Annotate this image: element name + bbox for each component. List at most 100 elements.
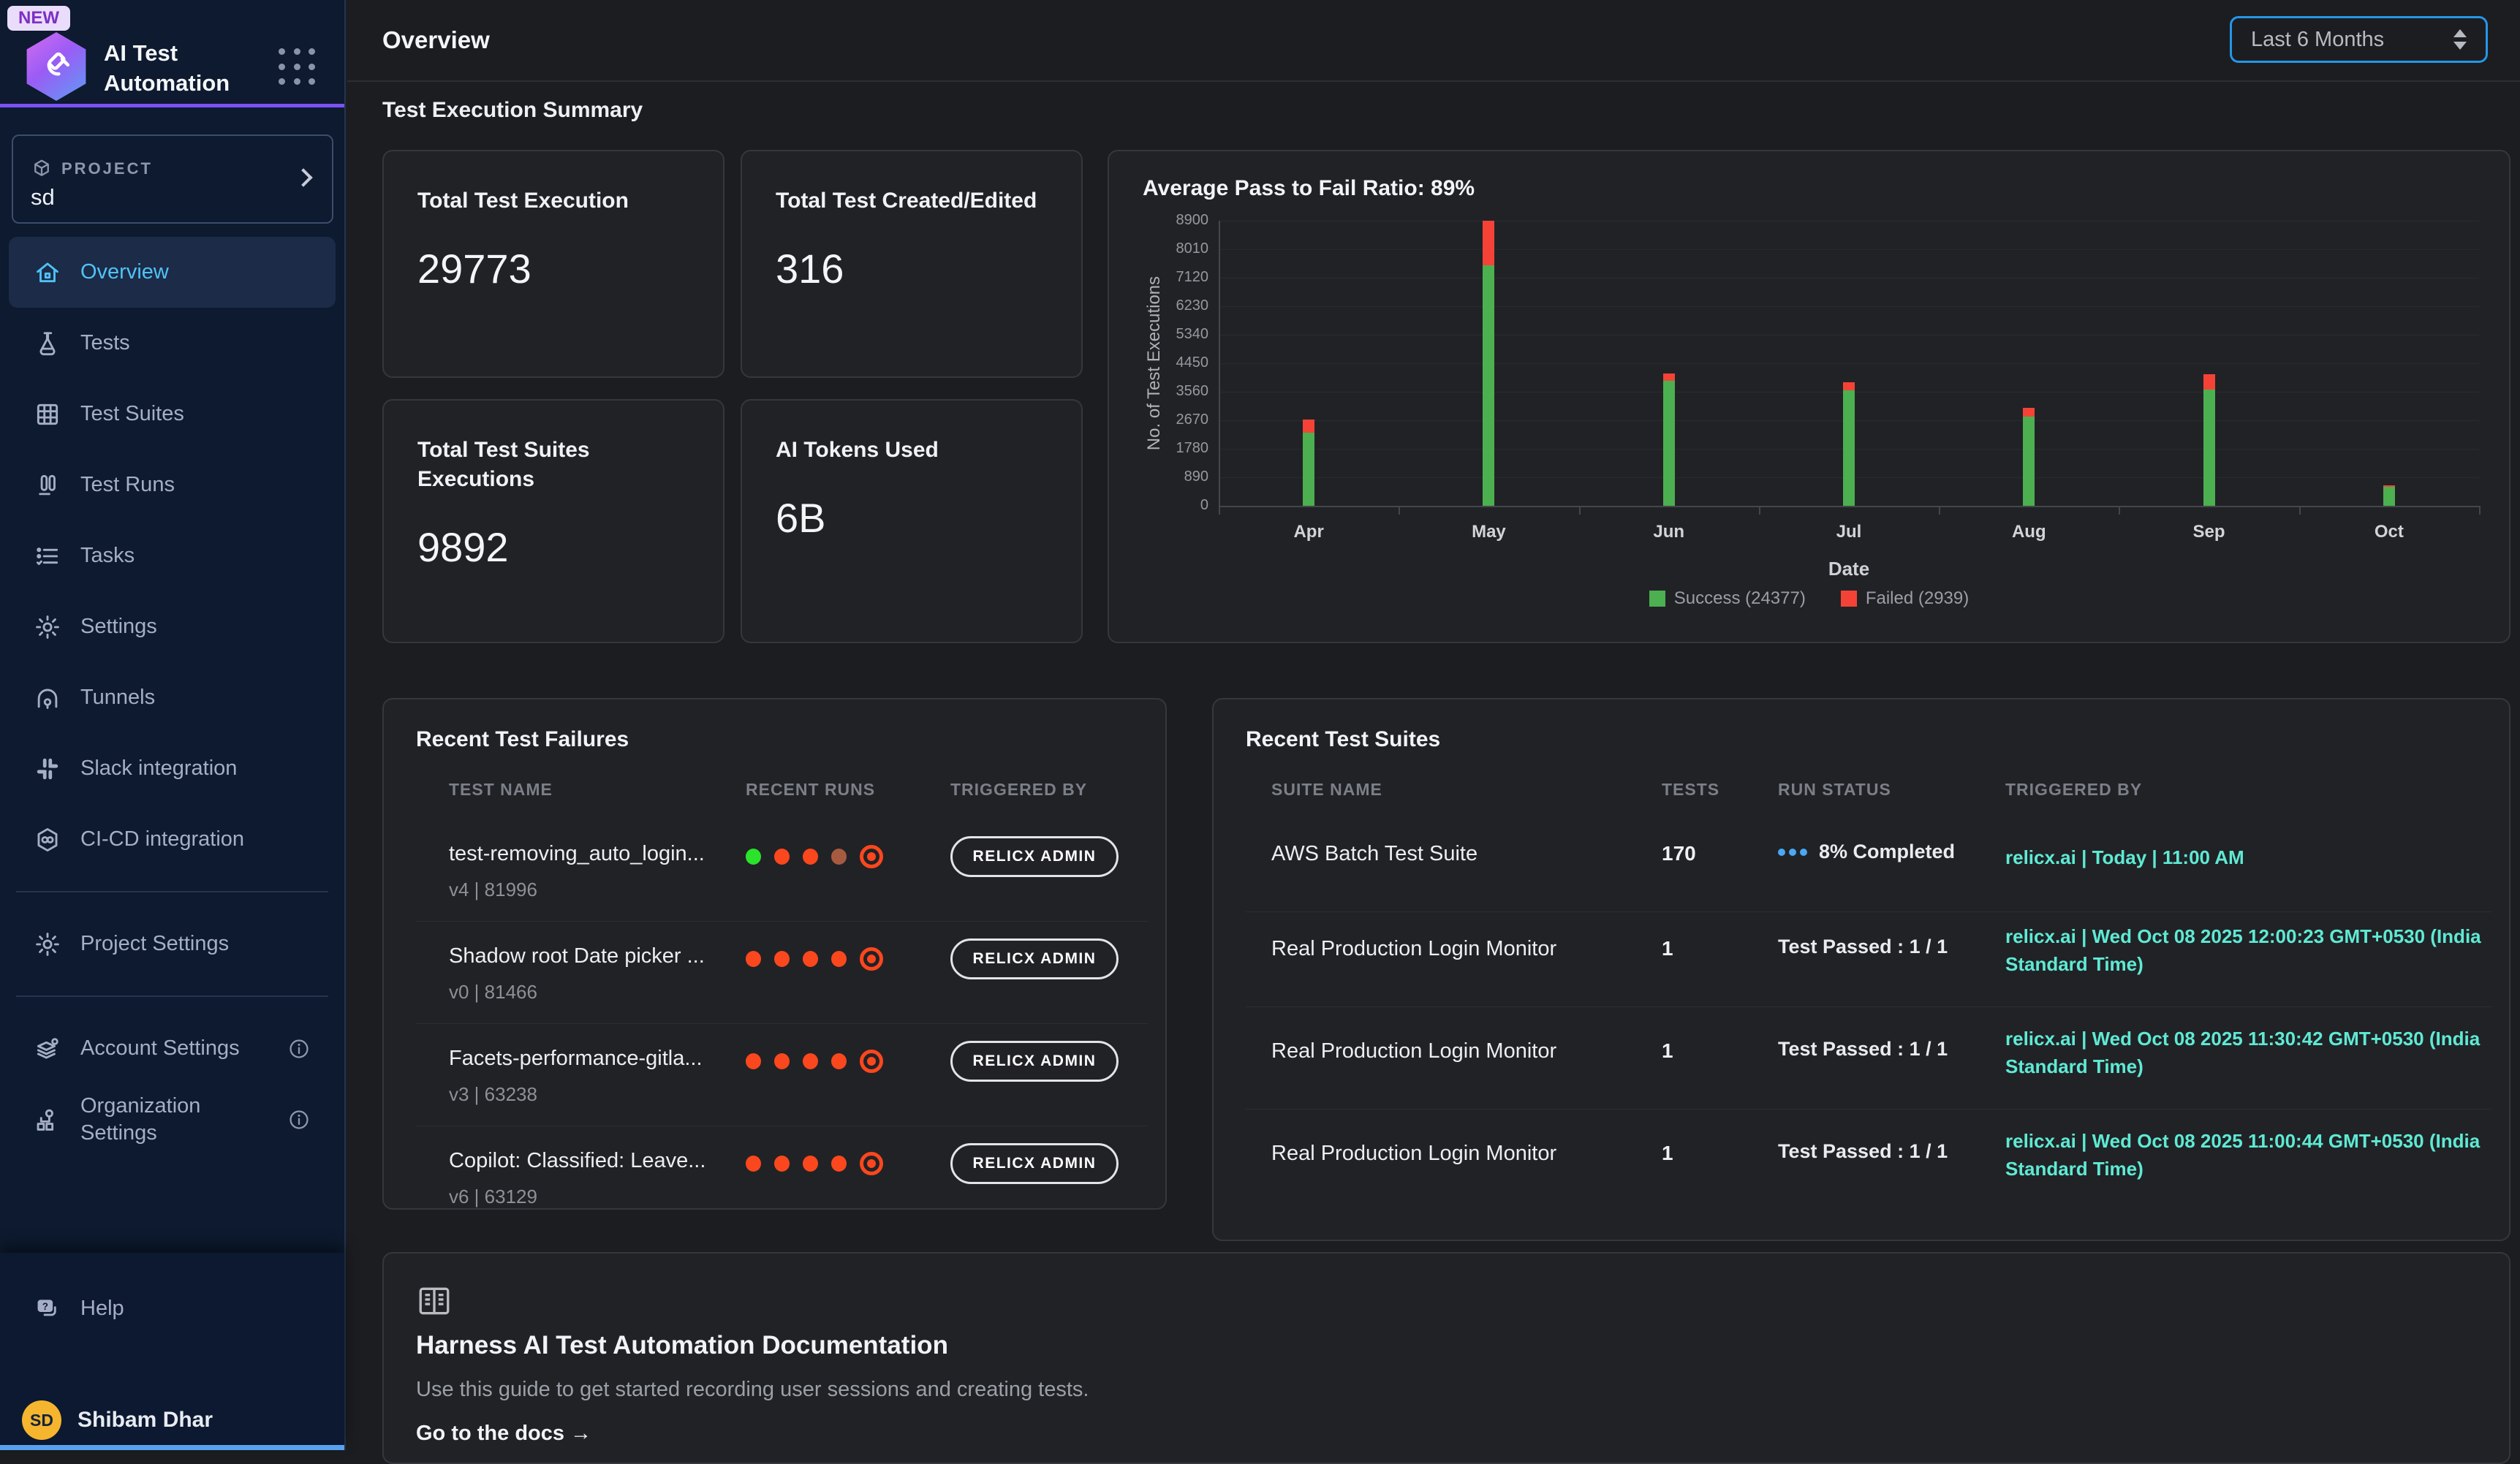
chart-x-axis-label: Date xyxy=(1219,558,2479,580)
run-status-latest-icon[interactable] xyxy=(860,845,883,868)
suite-name[interactable]: Real Production Login Monitor xyxy=(1271,1039,1556,1063)
go-to-docs-link[interactable]: Go to the docs → xyxy=(416,1422,591,1446)
run-status-failed-icon[interactable] xyxy=(774,1156,790,1172)
chart-x-tickmark xyxy=(1219,506,1220,515)
triggered-by-button[interactable]: RELICX ADMIN xyxy=(950,938,1119,979)
app-title: AI Test Automation xyxy=(104,38,272,98)
run-status-failed-icon[interactable] xyxy=(803,951,818,967)
sidebar-item-overview[interactable]: Overview xyxy=(9,237,336,308)
row-separator xyxy=(1246,1006,2491,1007)
triggered-by-text[interactable]: relicx.ai | Wed Oct 08 2025 11:30:42 GMT… xyxy=(2005,1025,2488,1080)
chart-x-tick: Aug xyxy=(1978,522,2080,542)
run-status-failed-icon[interactable] xyxy=(831,951,847,967)
suite-run-status: Test Passed : 1 / 1 xyxy=(1778,936,1948,958)
docs-subtitle: Use this guide to get started recording … xyxy=(416,1378,1089,1402)
pass-fail-chart-card: Average Pass to Fail Ratio: 89% No. of T… xyxy=(1108,150,2510,643)
sidebar-item-slack-integration[interactable]: Slack integration xyxy=(9,733,336,804)
info-icon[interactable] xyxy=(287,1037,311,1061)
triggered-by-button[interactable]: RELICX ADMIN xyxy=(950,1041,1119,1082)
user-menu[interactable]: SD Shibam Dhar xyxy=(22,1400,213,1440)
sidebar-item-project-settings[interactable]: Project Settings xyxy=(9,909,336,979)
suite-run-status: Test Passed : 1 / 1 xyxy=(1778,1038,1948,1061)
run-status-latest-icon[interactable] xyxy=(860,1152,883,1175)
suite-name[interactable]: Real Production Login Monitor xyxy=(1271,1142,1556,1166)
chart-x-tick: Oct xyxy=(2338,522,2440,542)
sidebar-item-label: Test Suites xyxy=(80,401,311,428)
apps-grid-icon[interactable] xyxy=(279,48,317,86)
stat-label: Total Test Suites Executions xyxy=(417,436,695,494)
run-status-failed-icon[interactable] xyxy=(746,1053,761,1069)
info-icon[interactable] xyxy=(287,1108,311,1131)
run-status-failed-icon[interactable] xyxy=(774,849,790,865)
date-range-select[interactable]: Last 6 Months xyxy=(2230,16,2488,63)
sidebar-item-ci-cd-integration[interactable]: CI-CD integration xyxy=(9,804,336,875)
chart-y-tick: 8010 xyxy=(1121,240,1208,257)
test-name[interactable]: test-removing_auto_login... xyxy=(449,842,705,866)
stat-label: Total Test Created/Edited xyxy=(776,186,1053,216)
run-status-text: Test Passed : 1 / 1 xyxy=(1778,1038,1948,1061)
run-status-failed-icon[interactable] xyxy=(831,1053,847,1069)
test-name[interactable]: Facets-performance-gitla... xyxy=(449,1047,703,1071)
triggered-by-button[interactable]: RELICX ADMIN xyxy=(950,1143,1119,1184)
user-name: Shibam Dhar xyxy=(77,1408,213,1433)
run-status-failed-icon[interactable] xyxy=(831,1156,847,1172)
suite-tests-count: 170 xyxy=(1662,842,1696,865)
run-status-failed-icon[interactable] xyxy=(803,1053,818,1069)
run-status-failed-icon[interactable] xyxy=(803,1156,818,1172)
row-separator xyxy=(1246,1109,2491,1110)
grid-icon xyxy=(34,401,61,428)
chart-x-tickmark xyxy=(1759,506,1760,515)
sidebar-item-settings[interactable]: Settings xyxy=(9,591,336,662)
bar-Jul-failed xyxy=(1843,382,1855,390)
triggered-by-button[interactable]: RELICX ADMIN xyxy=(950,836,1119,877)
gear-icon xyxy=(34,613,61,641)
new-badge: NEW xyxy=(7,6,70,31)
run-status-failed-icon[interactable] xyxy=(746,1156,761,1172)
run-status-text: Test Passed : 1 / 1 xyxy=(1778,936,1948,958)
chart-gridline xyxy=(1219,363,2479,364)
run-status-failed-icon[interactable] xyxy=(774,951,790,967)
run-status-failed-icon[interactable] xyxy=(803,849,818,865)
test-name[interactable]: Copilot: Classified: Leave... xyxy=(449,1149,705,1173)
run-status-latest-icon[interactable] xyxy=(860,947,883,971)
sidebar-item-label: Slack integration xyxy=(80,755,311,782)
suite-name[interactable]: AWS Batch Test Suite xyxy=(1271,842,1477,866)
legend-swatch xyxy=(1841,591,1857,607)
triggered-by-text[interactable]: relicx.ai | Today | 11:00 AM xyxy=(2005,843,2488,871)
chart-x-tick: Apr xyxy=(1257,522,1360,542)
run-status-aborted-icon[interactable] xyxy=(831,849,847,865)
panel-title: Recent Test Failures xyxy=(416,727,629,752)
sidebar-item-tasks[interactable]: Tasks xyxy=(9,520,336,591)
run-status-latest-icon[interactable] xyxy=(860,1050,883,1073)
chart-x-tick: Sep xyxy=(2158,522,2260,542)
sidebar-item-test-runs[interactable]: Test Runs xyxy=(9,450,336,520)
avatar: SD xyxy=(22,1400,61,1440)
column-header-run-status: RUN STATUS xyxy=(1778,780,1891,800)
chart-y-tick: 5340 xyxy=(1121,326,1208,343)
sidebar-item-tests[interactable]: Tests xyxy=(9,308,336,379)
sidebar-item-help[interactable]: ? Help xyxy=(9,1273,336,1344)
project-cube-icon xyxy=(31,158,53,180)
svg-text:?: ? xyxy=(42,1300,48,1311)
test-name[interactable]: Shadow root Date picker ... xyxy=(449,944,705,968)
bar-Jun-failed xyxy=(1663,373,1675,381)
suite-name[interactable]: Real Production Login Monitor xyxy=(1271,937,1556,961)
run-status-success-icon[interactable] xyxy=(746,849,761,865)
help-icon: ? xyxy=(34,1295,61,1323)
sidebar-item-tunnels[interactable]: Tunnels xyxy=(9,662,336,733)
stat-value: 9892 xyxy=(417,523,509,571)
run-status-failed-icon[interactable] xyxy=(746,951,761,967)
stat-card-total-suite-executions: Total Test Suites Executions 9892 xyxy=(382,399,724,643)
chart-y-tick: 1780 xyxy=(1121,440,1208,457)
triggered-by-text[interactable]: relicx.ai | Wed Oct 08 2025 12:00:23 GMT… xyxy=(2005,922,2488,978)
chart-x-tick: Jul xyxy=(1798,522,1900,542)
project-selector[interactable]: PROJECT sd xyxy=(12,134,333,224)
sidebar-item-account-settings[interactable]: Account Settings xyxy=(9,1013,336,1084)
recent-runs xyxy=(746,844,883,869)
sidebar-item-organization-settings[interactable]: Organization Settings xyxy=(9,1084,336,1155)
sidebar-item-label: CI-CD integration xyxy=(80,826,311,853)
bar-Jul-success xyxy=(1843,390,1855,506)
sidebar-item-test-suites[interactable]: Test Suites xyxy=(9,379,336,450)
run-status-failed-icon[interactable] xyxy=(774,1053,790,1069)
triggered-by-text[interactable]: relicx.ai | Wed Oct 08 2025 11:00:44 GMT… xyxy=(2005,1127,2488,1183)
